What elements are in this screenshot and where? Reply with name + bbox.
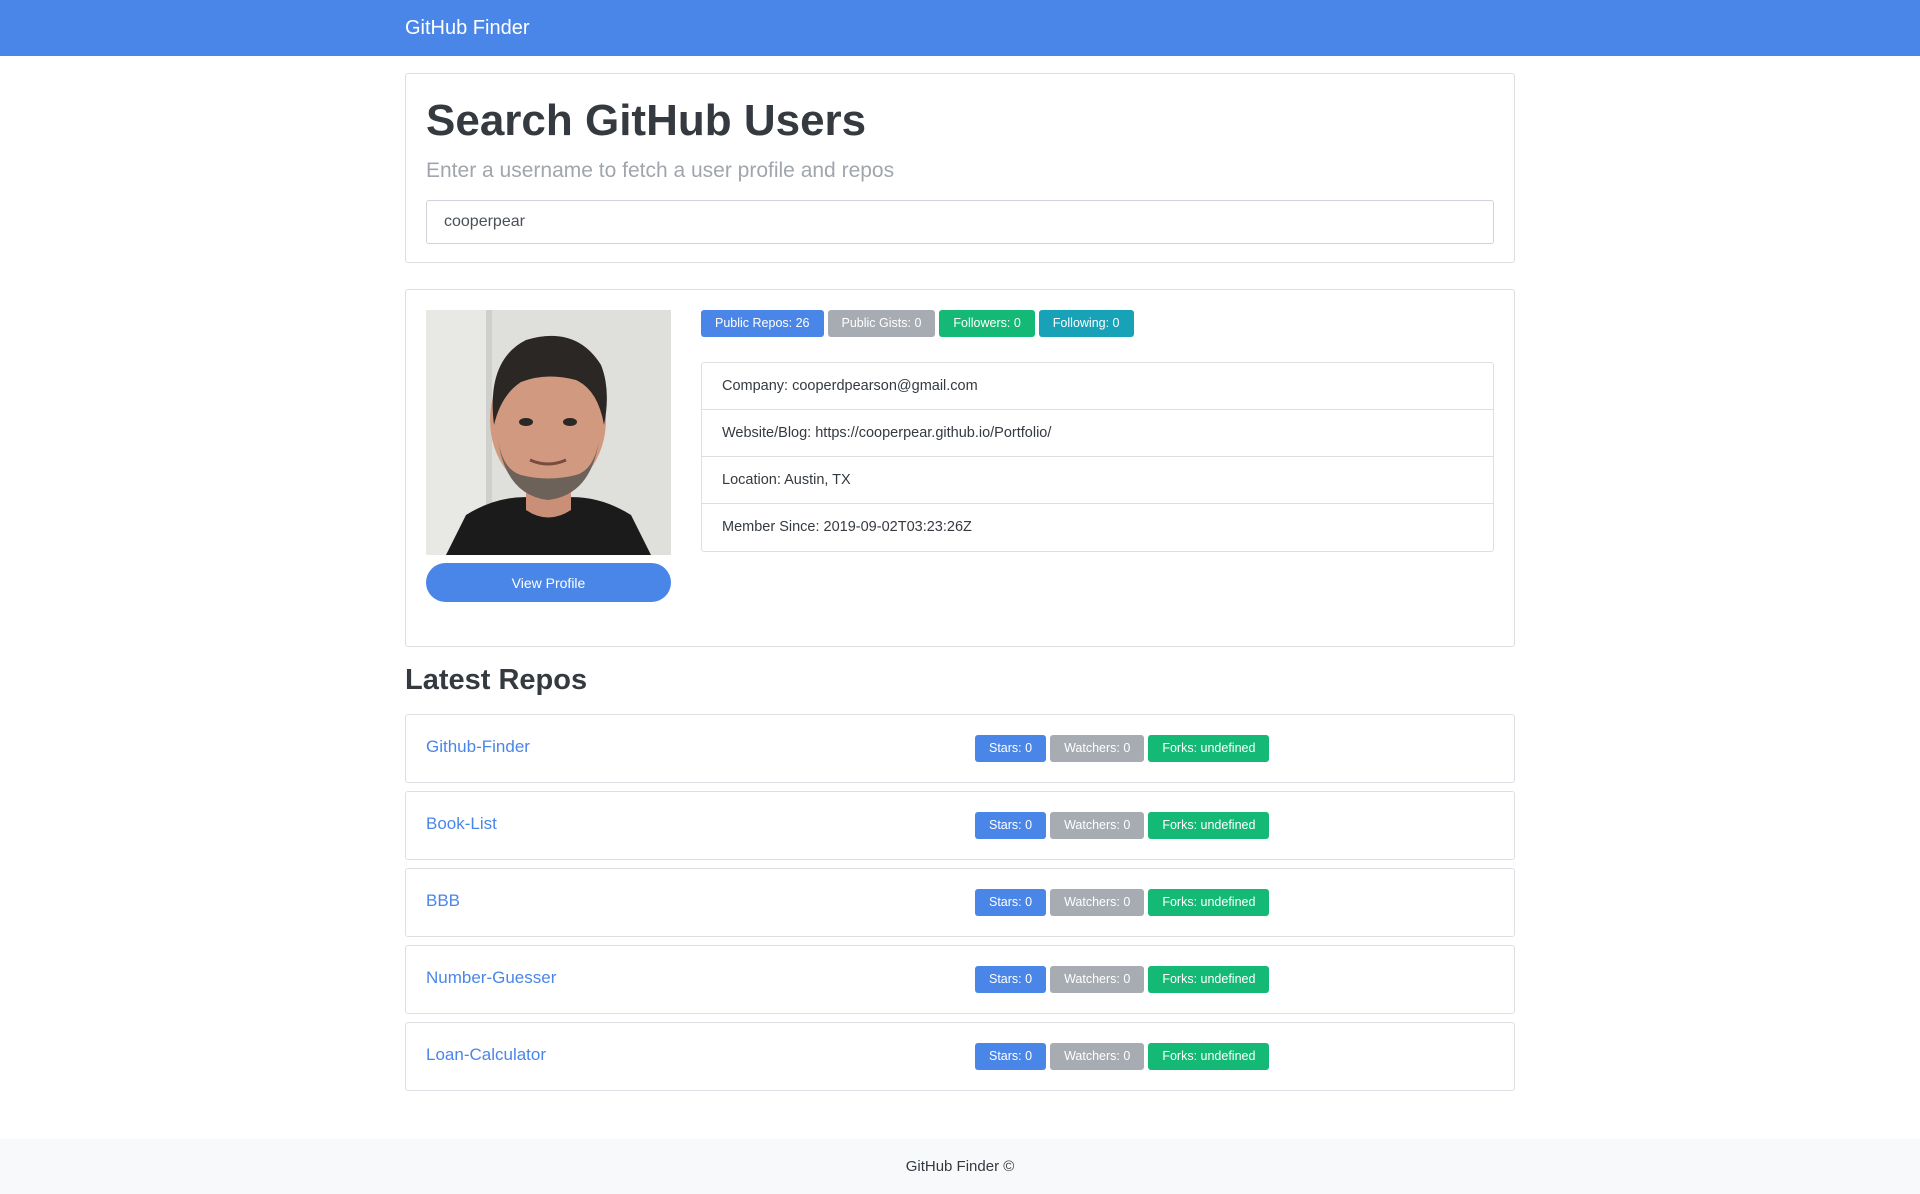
public-repos-badge: Public Repos: 26 [701,310,824,337]
stars-badge: Stars: 0 [975,966,1047,993]
repo-badges: Stars: 0 Watchers: 0 Forks: undefined [975,735,1270,762]
location-item: Location: Austin, TX [702,457,1493,504]
stars-badge: Stars: 0 [975,735,1047,762]
repo-badges: Stars: 0 Watchers: 0 Forks: undefined [975,1043,1270,1070]
forks-badge: Forks: undefined [1148,1043,1270,1070]
watchers-badge: Watchers: 0 [1050,1043,1145,1070]
repo-card: Github-Finder Stars: 0 Watchers: 0 Forks… [405,714,1515,783]
repo-card: Number-Guesser Stars: 0 Watchers: 0 Fork… [405,945,1515,1014]
profile-card: View Profile Public Repos: 26 Public Gis… [405,289,1515,647]
stars-badge: Stars: 0 [975,1043,1047,1070]
public-gists-badge: Public Gists: 0 [827,310,936,337]
repo-badges: Stars: 0 Watchers: 0 Forks: undefined [975,889,1270,916]
followers-badge: Followers: 0 [939,310,1035,337]
forks-badge: Forks: undefined [1148,889,1270,916]
search-card: Search GitHub Users Enter a username to … [405,73,1515,263]
stars-badge: Stars: 0 [975,812,1047,839]
watchers-badge: Watchers: 0 [1050,735,1145,762]
footer-text: GitHub Finder © [905,1158,1015,1175]
search-subtitle: Enter a username to fetch a user profile… [426,159,895,182]
repo-link[interactable]: Github-Finder [426,737,530,757]
forks-badge: Forks: undefined [1148,812,1270,839]
stars-badge: Stars: 0 [975,889,1047,916]
user-photo-icon [426,310,671,555]
search-input[interactable] [426,200,1494,244]
repo-card: BBB Stars: 0 Watchers: 0 Forks: undefine… [405,868,1515,937]
repo-link[interactable]: BBB [426,891,460,911]
profile-badges: Public Repos: 26 Public Gists: 0 Followe… [701,310,1134,337]
watchers-badge: Watchers: 0 [1050,889,1145,916]
repo-badges: Stars: 0 Watchers: 0 Forks: undefined [975,812,1270,839]
repo-link[interactable]: Loan-Calculator [426,1045,546,1065]
navbar-brand[interactable]: GitHub Finder [405,17,530,40]
website-item: Website/Blog: https://cooperpear.github.… [702,410,1493,457]
repo-link[interactable]: Number-Guesser [426,968,556,988]
member-since-item: Member Since: 2019-09-02T03:23:26Z [722,519,972,535]
navbar: GitHub Finder [0,0,1920,56]
search-title: Search GitHub Users [426,96,867,145]
view-profile-button[interactable]: View Profile [426,563,671,602]
footer: GitHub Finder © [0,1139,1920,1194]
forks-badge: Forks: undefined [1148,735,1270,762]
repo-badges: Stars: 0 Watchers: 0 Forks: undefined [975,966,1270,993]
following-badge: Following: 0 [1038,310,1134,337]
repo-card: Loan-Calculator Stars: 0 Watchers: 0 For… [405,1022,1515,1091]
repos-heading: Latest Repos [405,664,588,696]
avatar [426,310,671,555]
repo-card: Book-List Stars: 0 Watchers: 0 Forks: un… [405,791,1515,860]
repo-link[interactable]: Book-List [426,814,497,834]
watchers-badge: Watchers: 0 [1050,966,1145,993]
profile-details-list: Company: cooperdpearson@gmail.com Websit… [701,362,1494,552]
watchers-badge: Watchers: 0 [1050,812,1145,839]
company-item: Company: cooperdpearson@gmail.com [702,363,1493,410]
forks-badge: Forks: undefined [1148,966,1270,993]
